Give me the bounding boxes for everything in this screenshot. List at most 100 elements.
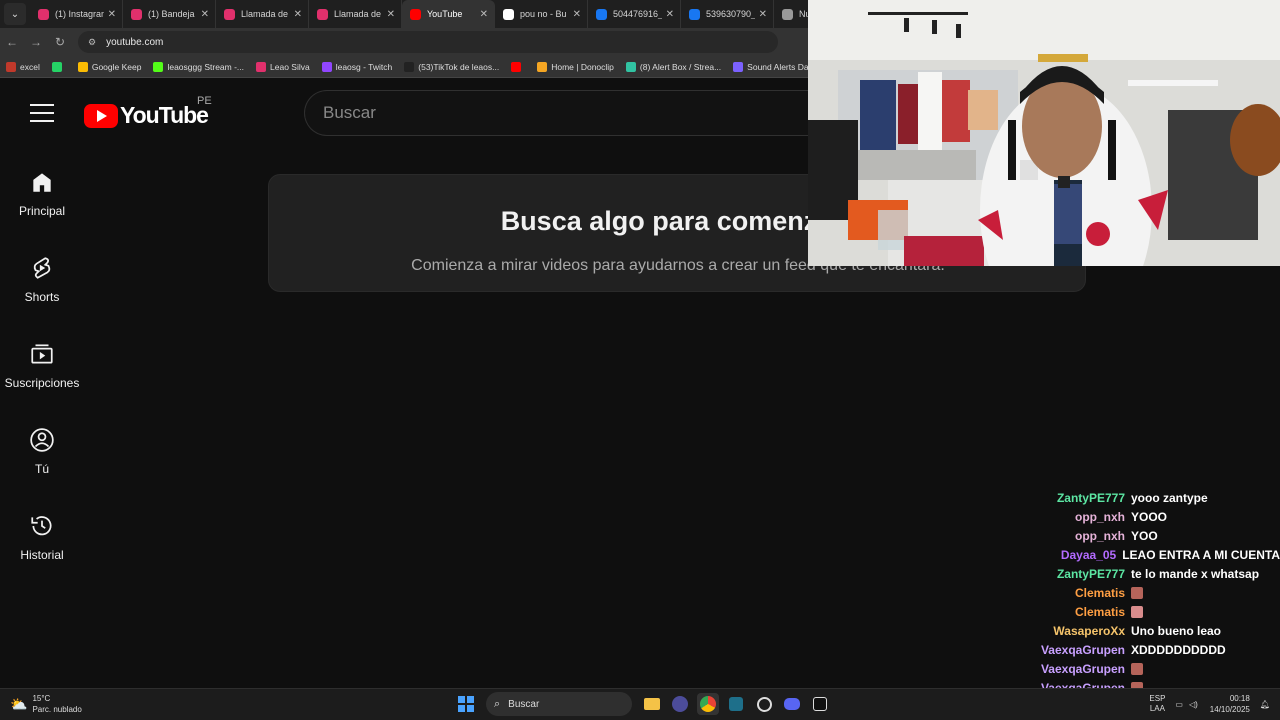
- chevron-down-icon: ⌄: [10, 8, 20, 20]
- chat-username: Clematis: [1074, 585, 1125, 600]
- start-button[interactable]: [455, 693, 477, 715]
- reload-icon: ↻: [54, 35, 66, 49]
- tab-close-icon[interactable]: ✕: [108, 9, 116, 20]
- browser-tab[interactable]: pou no - Bu ✕: [495, 0, 588, 28]
- search-placeholder: Buscar: [323, 103, 376, 122]
- bookmark-favicon-icon: [733, 61, 744, 72]
- chrome-icon: [700, 696, 716, 712]
- back-button[interactable]: ←: [0, 35, 24, 49]
- chrome-button[interactable]: [697, 693, 719, 715]
- browser-tab[interactable]: 504476916_ ✕: [588, 0, 681, 28]
- nav-item-historial[interactable]: Historial: [0, 502, 84, 588]
- bookmark-item[interactable]: (53)TikTok de leaos...: [404, 61, 499, 72]
- youtube-logo[interactable]: YouTube: [84, 102, 209, 129]
- chat-username: WasaperoXx: [1053, 623, 1125, 638]
- notifications-icon[interactable]: 🔔︎: [1260, 700, 1270, 709]
- chat-message: VaexqaGrupen: [1030, 659, 1280, 678]
- you-icon: [28, 426, 56, 454]
- nav-item-suscripciones[interactable]: Suscripciones: [0, 330, 84, 416]
- nav-item-label: Shorts: [24, 290, 60, 304]
- file-explorer-button[interactable]: [641, 693, 663, 715]
- capcut-button[interactable]: [809, 693, 831, 715]
- folder-icon: [644, 698, 660, 710]
- weather-temp: 15°C: [32, 694, 51, 703]
- capcut-icon: [813, 697, 827, 711]
- tab-label: Llamada de: [334, 9, 382, 19]
- tab-favicon-icon: [689, 8, 700, 20]
- bookmark-item[interactable]: Home | Donoclip: [537, 61, 614, 72]
- weather-widget[interactable]: ⛅ 15°C Parc. nublado: [10, 693, 82, 715]
- bookmark-item[interactable]: Leao Silva: [256, 61, 310, 72]
- nav-item-shorts[interactable]: Shorts: [0, 244, 84, 330]
- site-info-icon[interactable]: ⚙: [88, 37, 96, 48]
- system-tray: ESP LAA ▭ ◁) 00:18 14/10/2025 🔔︎: [1149, 693, 1270, 715]
- terminal-button[interactable]: [725, 693, 747, 715]
- chat-username: ZantyPE777: [1056, 566, 1125, 581]
- browser-tab[interactable]: (1) Instagram ✕: [30, 0, 123, 28]
- chat-message: WasaperoXx Uno bueno leao: [1030, 621, 1280, 640]
- guide-menu-button[interactable]: [30, 104, 54, 122]
- taskbar-search[interactable]: ⌕ Buscar: [486, 692, 632, 716]
- bookmark-item[interactable]: leaosggg Stream -...: [153, 61, 244, 72]
- browser-tab[interactable]: Llamada de ✕: [309, 0, 402, 28]
- bookmark-label: Leao Silva: [270, 61, 310, 72]
- nav-item-label: Suscripciones: [4, 376, 80, 390]
- app-icon: [672, 696, 688, 712]
- bookmark-item[interactable]: (8) Alert Box / Strea...: [625, 61, 721, 72]
- webcam-overlay: [808, 0, 1280, 266]
- bookmark-label: excel: [20, 61, 40, 72]
- tab-close-icon[interactable]: ✕: [480, 9, 488, 20]
- clock[interactable]: 00:18 14/10/2025: [1210, 693, 1250, 715]
- bookmark-item[interactable]: [511, 61, 525, 72]
- chat-username: VaexqaGrupen: [1040, 661, 1125, 676]
- bookmark-favicon-icon: [77, 61, 88, 72]
- browser-tab[interactable]: 539630790_ ✕: [681, 0, 774, 28]
- hamburger-line: [30, 112, 54, 114]
- tab-list: (1) Instagram ✕ (1) Bandeja de ✕ Llamada de ✕…: [30, 0, 867, 28]
- bookmark-favicon-icon: [404, 61, 415, 72]
- browser-tab[interactable]: (1) Bandeja de ✕: [123, 0, 216, 28]
- chat-message: Dayaa_05 LEAO ENTRA A MI CUENTA: [1030, 545, 1280, 564]
- browser-tab[interactable]: YouTube ✕: [402, 0, 495, 28]
- chat-message: ZantyPE777 te lo mande x whatsap: [1030, 564, 1280, 583]
- network-icon[interactable]: ▭: [1175, 700, 1183, 709]
- tab-search-button[interactable]: ⌄: [4, 3, 26, 25]
- nav-item-principal[interactable]: Principal: [0, 158, 84, 244]
- nav-item-t[interactable]: Tú: [0, 416, 84, 502]
- chat-emote-icon: [1131, 586, 1143, 599]
- app-button[interactable]: [669, 693, 691, 715]
- language-indicator[interactable]: ESP LAA: [1149, 694, 1165, 714]
- clock-date: 14/10/2025: [1209, 705, 1250, 714]
- chat-text: Uno bueno leao: [1131, 623, 1221, 638]
- address-bar[interactable]: ⚙ youtube.com: [78, 31, 778, 53]
- bookmark-item[interactable]: [51, 61, 66, 72]
- discord-icon: [784, 698, 800, 710]
- bookmark-item[interactable]: Google Keep: [77, 61, 142, 72]
- search-input[interactable]: Buscar: [304, 90, 824, 136]
- bookmark-favicon-icon: [511, 61, 522, 72]
- reload-button[interactable]: ↻: [48, 35, 72, 49]
- discord-button[interactable]: [781, 693, 803, 715]
- bookmark-label: Home | Donoclip: [551, 61, 614, 72]
- forward-button[interactable]: →: [24, 35, 48, 49]
- tab-close-icon[interactable]: ✕: [573, 9, 581, 20]
- chat-message: ZantyPE777 yooo zantype: [1030, 488, 1280, 507]
- hamburger-line: [30, 120, 54, 122]
- nav-item-label: Principal: [18, 204, 66, 218]
- tab-close-icon[interactable]: ✕: [666, 9, 674, 20]
- browser-tab[interactable]: Llamada de ✕: [216, 0, 309, 28]
- obs-button[interactable]: [753, 693, 775, 715]
- bookmark-item[interactable]: leaosg - Twitch: [321, 61, 392, 72]
- volume-icon[interactable]: ◁): [1189, 700, 1198, 709]
- tab-close-icon[interactable]: ✕: [294, 9, 302, 20]
- chat-username: VaexqaGrupen: [1040, 642, 1125, 657]
- bookmark-item[interactable]: excel: [6, 61, 40, 72]
- tab-label: 539630790_: [706, 9, 755, 19]
- tab-close-icon[interactable]: ✕: [759, 9, 767, 20]
- chat-username: opp_nxh: [1075, 509, 1125, 524]
- bookmark-label: Google Keep: [91, 61, 142, 72]
- chat-overlay: ZantyPE777 yooo zantype opp_nxh YOOO opp_nxh…: [1030, 488, 1280, 708]
- chat-message: opp_nxh YOO: [1030, 526, 1280, 545]
- tab-close-icon[interactable]: ✕: [201, 9, 209, 20]
- tab-close-icon[interactable]: ✕: [387, 9, 395, 20]
